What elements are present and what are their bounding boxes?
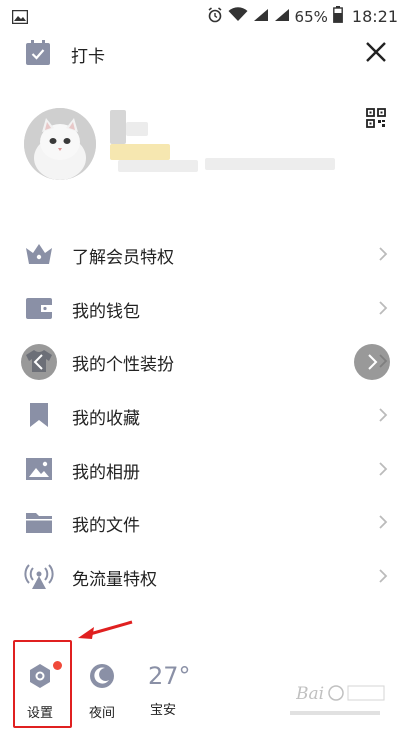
menu-item-free-data[interactable]: 免流量特权 [0,550,410,604]
close-icon [366,42,386,62]
battery-icon [332,6,343,27]
menu-item-label: 我的收藏 [72,409,140,430]
menu-item-label: 我的个性装扮 [72,355,174,376]
menu-item-label: 免流量特权 [72,570,157,591]
avatar[interactable] [24,108,96,180]
menu-item-favorites[interactable]: 我的收藏 [0,389,410,443]
chevron-right-icon [378,568,388,584]
annotation-arrow [76,618,136,646]
previous-image-button[interactable] [21,344,57,380]
signal-tower-icon [24,562,54,590]
clock: 18:21 [351,7,398,26]
next-image-button[interactable] [354,344,390,380]
chevron-right-icon [378,246,388,262]
night-mode-button[interactable]: 夜间 [82,662,122,721]
chevron-right-icon [378,300,388,316]
menu-item-label: 了解会员特权 [72,248,174,268]
night-label: 夜间 [88,706,115,721]
menu-item-vip[interactable]: 了解会员特权 [0,228,410,282]
drawer-menu: 了解会员特权 我的钱包 我的个性装扮 我的收藏 我的相册 我的文件 免流量特权 [0,228,410,604]
signal-icon-1 [253,8,269,26]
menu-item-dressup[interactable]: 我的个性装扮 [0,335,410,389]
menu-item-album[interactable]: 我的相册 [0,443,410,497]
svg-text:Bai: Bai [296,684,324,704]
username-blurred [110,110,126,144]
temperature[interactable]: 27° [148,662,191,690]
menu-item-wallet[interactable]: 我的钱包 [0,282,410,336]
username-blurred-2 [126,122,148,136]
moon-icon [90,664,114,688]
drawer-header: 打卡 [0,34,410,74]
menu-item-label: 我的文件 [72,516,140,537]
signal-icon-2 [274,8,290,26]
gallery-notification-icon [11,9,29,28]
chevron-left-icon [33,354,43,370]
weather-location[interactable]: 宝安 [148,699,178,718]
chevron-right-icon [378,407,388,423]
folder-icon [24,508,54,536]
chevron-right-icon [378,514,388,530]
menu-item-label: 我的相册 [72,462,140,483]
calendar-check-icon[interactable] [24,39,52,71]
photo-icon [24,455,54,483]
alarm-icon [207,6,223,27]
qr-code-button[interactable] [366,108,388,130]
bookmark-icon [24,401,54,429]
checkin-label[interactable]: 打卡 [71,42,105,67]
chevron-right-icon [378,461,388,477]
cat-avatar-image [24,108,96,180]
baidu-watermark-sub [290,708,380,721]
crown-icon [24,240,54,268]
profile-section[interactable] [0,100,410,195]
battery-percent: 65% [294,7,328,26]
gear-icon [30,664,50,688]
settings-label: 设置 [26,706,53,721]
vip-badge-blurred [110,144,170,160]
menu-item-files[interactable]: 我的文件 [0,496,410,550]
settings-button[interactable]: 设置 [18,662,62,721]
chevron-right-icon [368,354,378,370]
close-button[interactable] [364,40,388,64]
signature-blurred [118,160,198,172]
menu-item-label: 我的钱包 [72,301,140,322]
baidu-watermark-logo: Bai [295,682,388,709]
wifi-icon [228,7,248,26]
qr-code-icon [366,108,386,128]
notification-dot [53,661,62,670]
status-indicators: 65% 18:21 [207,6,398,27]
status-bar: 65% 18:21 [0,0,410,34]
wallet-icon [24,294,54,322]
signature-blurred-2 [205,158,335,170]
